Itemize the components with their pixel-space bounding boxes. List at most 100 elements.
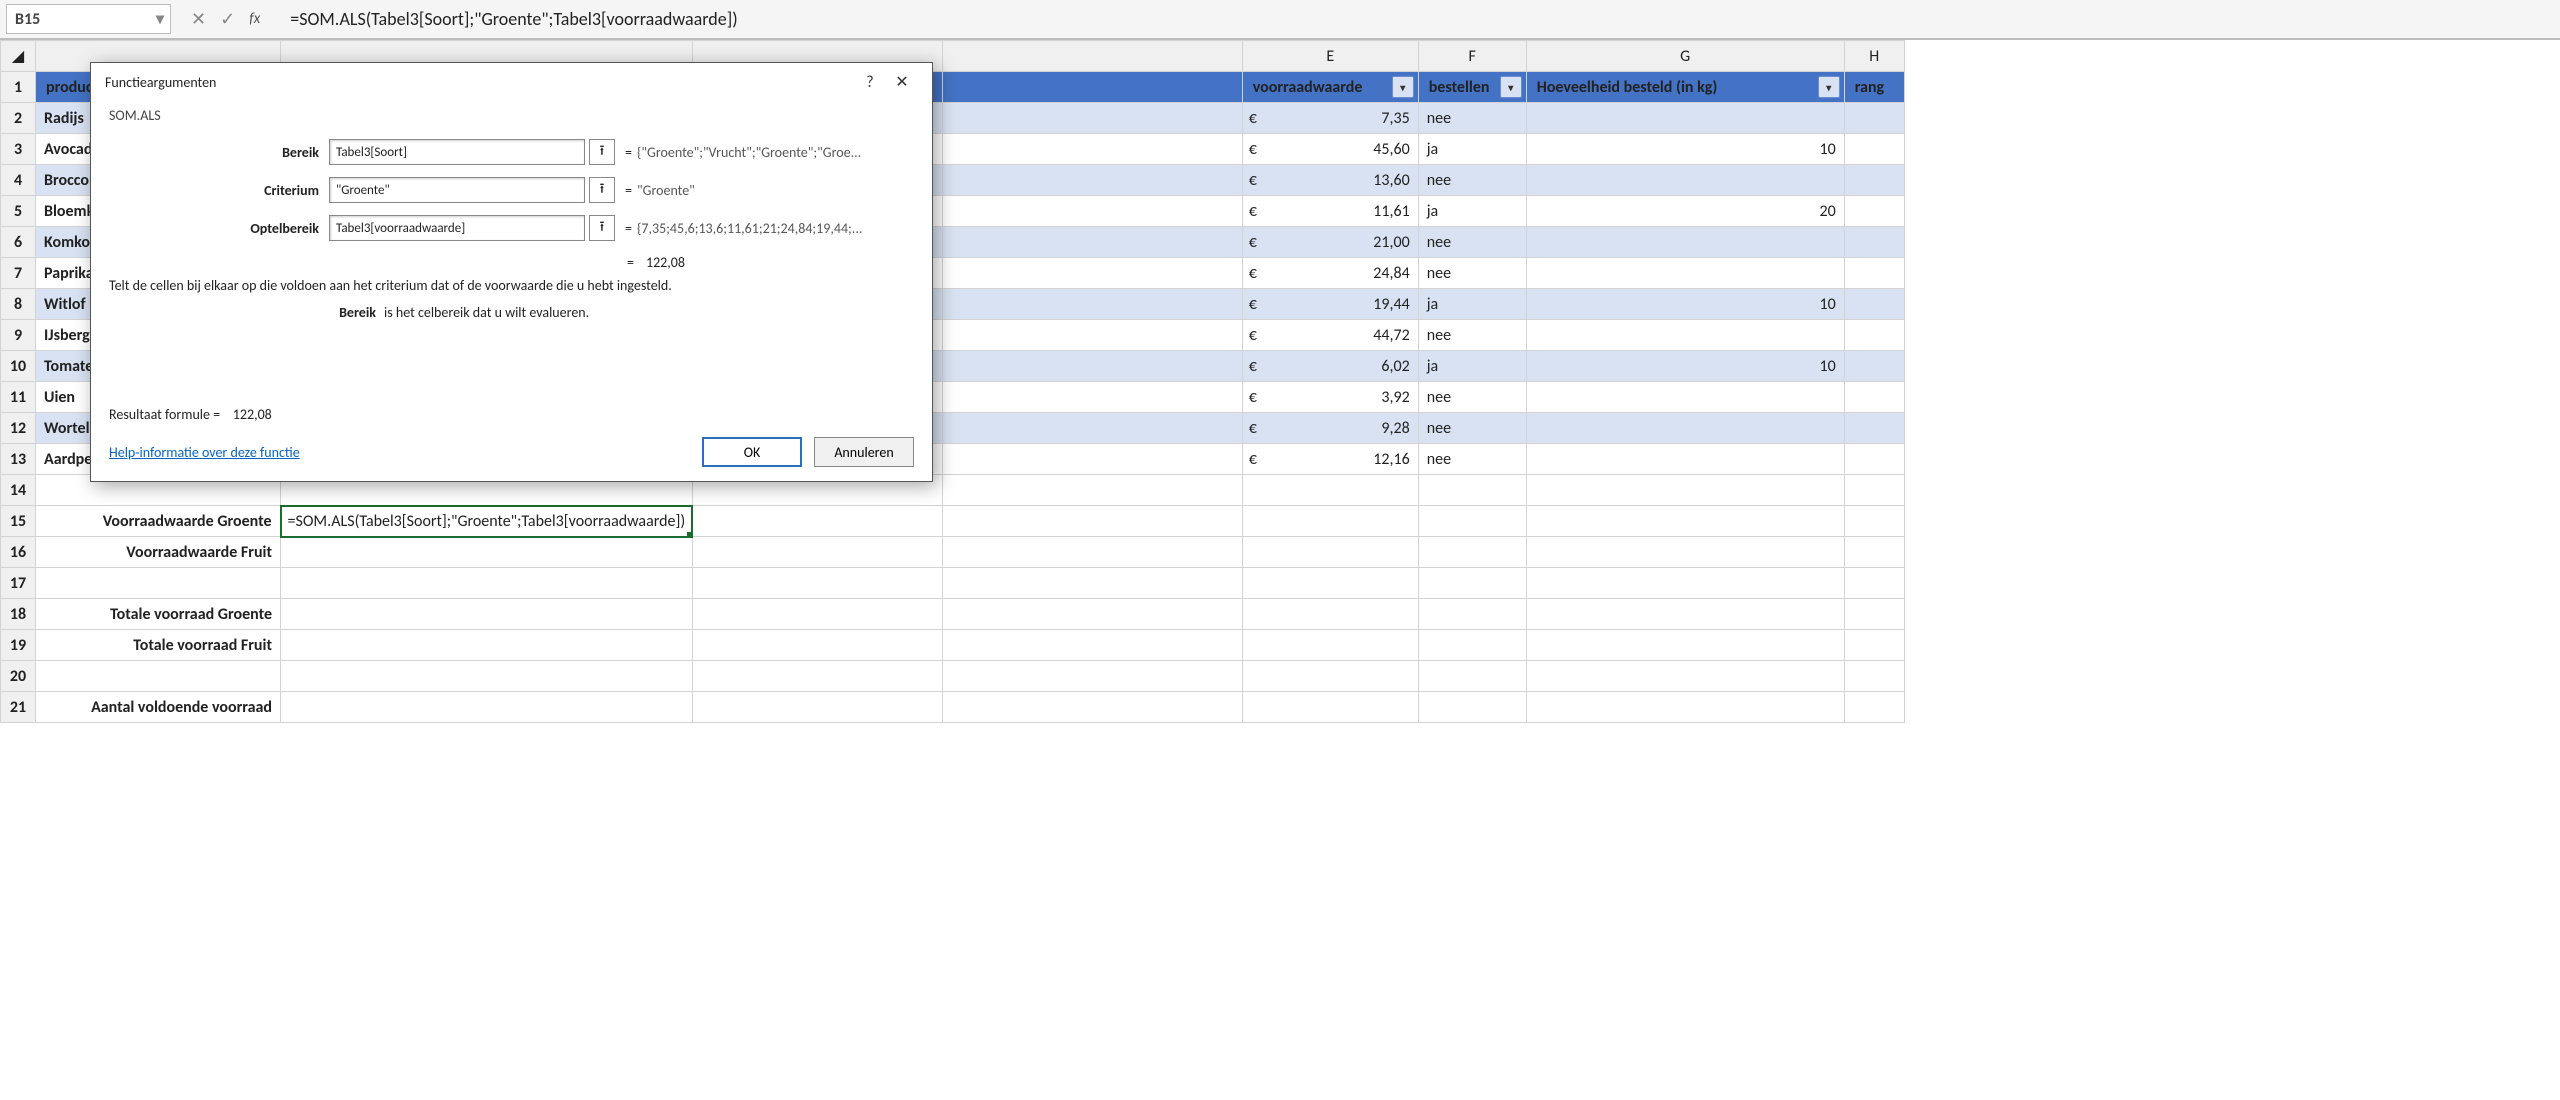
rang-cell[interactable] <box>1844 134 1904 165</box>
name-box[interactable]: B15 ▾ <box>6 4 171 34</box>
fx-icon[interactable]: fx <box>249 10 260 28</box>
bestellen-cell[interactable]: nee <box>1418 103 1526 134</box>
besteld-cell[interactable] <box>1526 382 1844 413</box>
voorraadwaarde-cell[interactable]: 9,28 <box>1242 413 1418 444</box>
dialog-help-icon[interactable]: ? <box>854 73 886 92</box>
bestellen-cell[interactable]: nee <box>1418 258 1526 289</box>
label-totale-groente[interactable]: Totale voorraad Groente <box>36 599 281 630</box>
active-cell-b15[interactable]: =SOM.ALS(Tabel3[Soort];"Groente";Tabel3[… <box>281 506 693 537</box>
bestellen-cell[interactable]: ja <box>1418 134 1526 165</box>
besteld-cell[interactable] <box>1526 103 1844 134</box>
rang-cell[interactable] <box>1844 413 1904 444</box>
row-header[interactable]: 2 <box>1 103 36 134</box>
bestellen-cell[interactable]: ja <box>1418 351 1526 382</box>
cell-d[interactable] <box>942 320 1242 351</box>
voorraadwaarde-cell[interactable]: 13,60 <box>1242 165 1418 196</box>
row-header[interactable]: 1 <box>1 72 36 103</box>
row-header[interactable]: 8 <box>1 289 36 320</box>
row-header[interactable]: 9 <box>1 320 36 351</box>
cell-d[interactable] <box>942 289 1242 320</box>
arg-input[interactable]: Tabel3[Soort] <box>329 139 585 165</box>
table-header-bestellen[interactable]: bestellen ▾ <box>1418 72 1526 103</box>
rang-cell[interactable] <box>1844 320 1904 351</box>
row-header[interactable]: 10 <box>1 351 36 382</box>
table-header-rang[interactable]: rang <box>1844 72 1904 103</box>
table-header-besteld[interactable]: Hoeveelheid besteld (in kg) ▾ <box>1526 72 1844 103</box>
dialog-close-icon[interactable]: ✕ <box>886 72 918 92</box>
collapse-dialog-icon[interactable]: ⭱ <box>589 215 615 241</box>
rang-cell[interactable] <box>1844 196 1904 227</box>
row-header[interactable]: 6 <box>1 227 36 258</box>
besteld-cell[interactable]: 10 <box>1526 289 1844 320</box>
table-header-d[interactable] <box>942 72 1242 103</box>
voorraadwaarde-cell[interactable]: 11,61 <box>1242 196 1418 227</box>
rang-cell[interactable] <box>1844 382 1904 413</box>
cell-d[interactable] <box>942 413 1242 444</box>
cell-d[interactable] <box>942 196 1242 227</box>
besteld-cell[interactable] <box>1526 444 1844 475</box>
row-header[interactable]: 17 <box>1 568 36 599</box>
voorraadwaarde-cell[interactable]: 45,60 <box>1242 134 1418 165</box>
row-header[interactable]: 15 <box>1 506 36 537</box>
formula-bar-input[interactable]: =SOM.ALS(Tabel3[Soort];"Groente";Tabel3[… <box>280 8 2554 30</box>
row-header[interactable]: 12 <box>1 413 36 444</box>
cell-d[interactable] <box>942 103 1242 134</box>
arg-input[interactable]: "Groente" <box>329 177 585 203</box>
rang-cell[interactable] <box>1844 227 1904 258</box>
cell-d[interactable] <box>942 227 1242 258</box>
col-header-f[interactable]: F <box>1418 41 1526 72</box>
voorraadwaarde-cell[interactable]: 19,44 <box>1242 289 1418 320</box>
besteld-cell[interactable]: 10 <box>1526 351 1844 382</box>
rang-cell[interactable] <box>1844 444 1904 475</box>
row-header[interactable]: 11 <box>1 382 36 413</box>
row-header[interactable]: 5 <box>1 196 36 227</box>
rang-cell[interactable] <box>1844 165 1904 196</box>
row-header[interactable]: 13 <box>1 444 36 475</box>
rang-cell[interactable] <box>1844 103 1904 134</box>
voorraadwaarde-cell[interactable]: 3,92 <box>1242 382 1418 413</box>
row-header[interactable]: 18 <box>1 599 36 630</box>
voorraadwaarde-cell[interactable]: 21,00 <box>1242 227 1418 258</box>
cancel-button[interactable]: Annuleren <box>814 437 914 467</box>
bestellen-cell[interactable]: ja <box>1418 289 1526 320</box>
bestellen-cell[interactable]: nee <box>1418 165 1526 196</box>
cell-d[interactable] <box>942 258 1242 289</box>
besteld-cell[interactable] <box>1526 258 1844 289</box>
row-header[interactable]: 4 <box>1 165 36 196</box>
bestellen-cell[interactable]: nee <box>1418 382 1526 413</box>
fill-handle[interactable] <box>687 532 692 537</box>
voorraadwaarde-cell[interactable]: 44,72 <box>1242 320 1418 351</box>
voorraadwaarde-cell[interactable]: 6,02 <box>1242 351 1418 382</box>
cell-d[interactable] <box>942 165 1242 196</box>
cell-d[interactable] <box>942 134 1242 165</box>
filter-dropdown-icon[interactable]: ▾ <box>1392 76 1414 98</box>
cell-d[interactable] <box>942 444 1242 475</box>
voorraadwaarde-cell[interactable]: 24,84 <box>1242 258 1418 289</box>
accept-formula-icon[interactable]: ✓ <box>220 8 235 30</box>
filter-dropdown-icon[interactable]: ▾ <box>1500 76 1522 98</box>
row-header[interactable]: 21 <box>1 692 36 723</box>
table-header-voorraadwaarde[interactable]: voorraadwaarde ▾ <box>1242 72 1418 103</box>
row-header[interactable]: 19 <box>1 630 36 661</box>
cancel-formula-icon[interactable]: ✕ <box>191 8 206 30</box>
filter-dropdown-icon[interactable]: ▾ <box>1818 76 1840 98</box>
name-box-dropdown-icon[interactable]: ▾ <box>156 9 164 29</box>
dialog-titlebar[interactable]: Functieargumenten ? ✕ <box>91 63 932 101</box>
row-header[interactable]: 3 <box>1 134 36 165</box>
besteld-cell[interactable] <box>1526 227 1844 258</box>
row-header[interactable]: 20 <box>1 661 36 692</box>
label-totale-fruit[interactable]: Totale voorraad Fruit <box>36 630 281 661</box>
bestellen-cell[interactable]: nee <box>1418 227 1526 258</box>
besteld-cell[interactable]: 10 <box>1526 134 1844 165</box>
label-voorraad-groente[interactable]: Voorraadwaarde Groente <box>36 506 281 537</box>
besteld-cell[interactable] <box>1526 413 1844 444</box>
besteld-cell[interactable] <box>1526 320 1844 351</box>
col-header-d[interactable] <box>942 41 1242 72</box>
row-header[interactable]: 7 <box>1 258 36 289</box>
col-header-e[interactable]: E <box>1242 41 1418 72</box>
label-voorraad-fruit[interactable]: Voorraadwaarde Fruit <box>36 537 281 568</box>
collapse-dialog-icon[interactable]: ⭱ <box>589 177 615 203</box>
select-all-triangle[interactable]: ◢ <box>1 41 36 72</box>
row-header[interactable]: 16 <box>1 537 36 568</box>
help-link[interactable]: Help-informatie over deze functie <box>109 444 300 461</box>
